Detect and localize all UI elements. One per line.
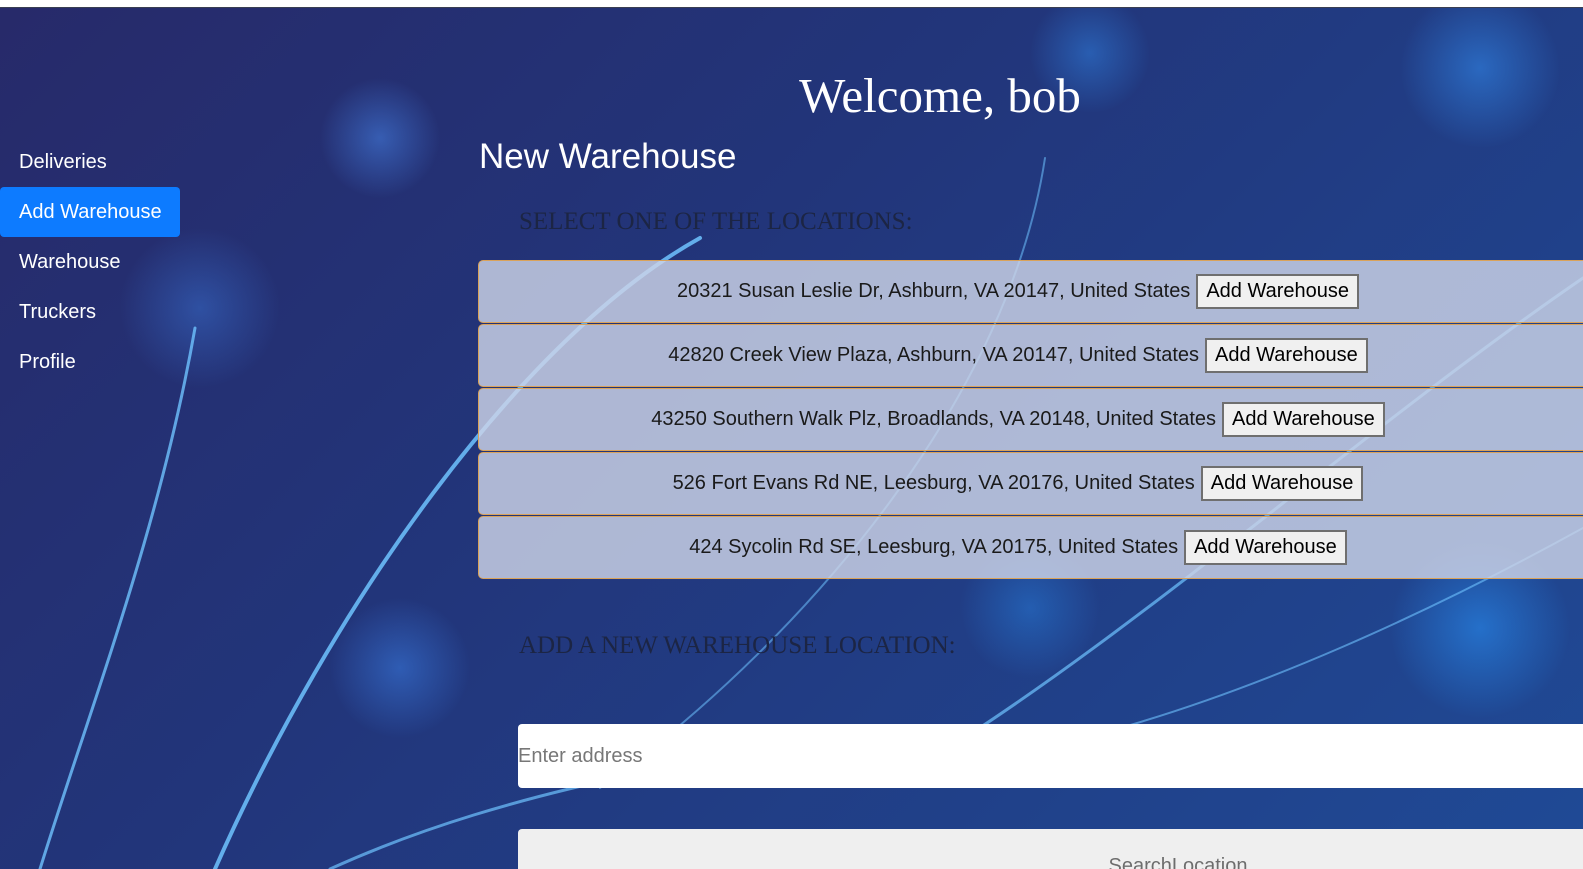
select-locations-heading: SELECT ONE OF THE LOCATIONS: (519, 208, 913, 235)
sidebar-item-warehouse[interactable]: Warehouse (0, 237, 180, 287)
location-address: 42820 Creek View Plaza, Ashburn, VA 2014… (668, 344, 1200, 366)
location-row: 43250 Southern Walk Plz, Broadlands, VA … (478, 388, 1583, 451)
add-location-heading: ADD A NEW WAREHOUSE LOCATION: (519, 632, 956, 659)
location-row: 20321 Susan Leslie Dr, Ashburn, VA 20147… (478, 260, 1583, 323)
sidebar-item-deliveries[interactable]: Deliveries (0, 137, 180, 187)
add-warehouse-button[interactable]: Add Warehouse (1184, 530, 1347, 565)
location-address: 20321 Susan Leslie Dr, Ashburn, VA 20147… (677, 280, 1191, 302)
browser-top-edge (0, 0, 1583, 8)
location-row: 424 Sycolin Rd SE, Leesburg, VA 20175, U… (478, 516, 1583, 579)
add-warehouse-button[interactable]: Add Warehouse (1205, 338, 1368, 373)
location-row: 42820 Creek View Plaza, Ashburn, VA 2014… (478, 324, 1583, 387)
sidebar: Deliveries Add Warehouse Warehouse Truck… (0, 137, 180, 387)
sidebar-item-profile[interactable]: Profile (0, 337, 180, 387)
location-list: 20321 Susan Leslie Dr, Ashburn, VA 20147… (478, 260, 1583, 580)
sidebar-item-add-warehouse[interactable]: Add Warehouse (0, 187, 180, 237)
location-address: 43250 Southern Walk Plz, Broadlands, VA … (651, 408, 1217, 430)
add-warehouse-button[interactable]: Add Warehouse (1200, 466, 1364, 501)
welcome-heading: Welcome, bob (799, 68, 1081, 123)
sidebar-item-truckers[interactable]: Truckers (0, 287, 180, 337)
location-row: 526 Fort Evans Rd NE, Leesburg, VA 20176… (478, 452, 1583, 515)
location-address: 424 Sycolin Rd SE, Leesburg, VA 20175, U… (689, 536, 1179, 558)
location-address: 526 Fort Evans Rd NE, Leesburg, VA 20176… (672, 472, 1195, 494)
address-input[interactable] (518, 724, 1583, 788)
page-title: New Warehouse (479, 137, 737, 176)
search-location-button[interactable]: SearchLocation (518, 829, 1583, 869)
add-warehouse-button[interactable]: Add Warehouse (1196, 274, 1359, 309)
add-warehouse-button[interactable]: Add Warehouse (1222, 402, 1385, 437)
